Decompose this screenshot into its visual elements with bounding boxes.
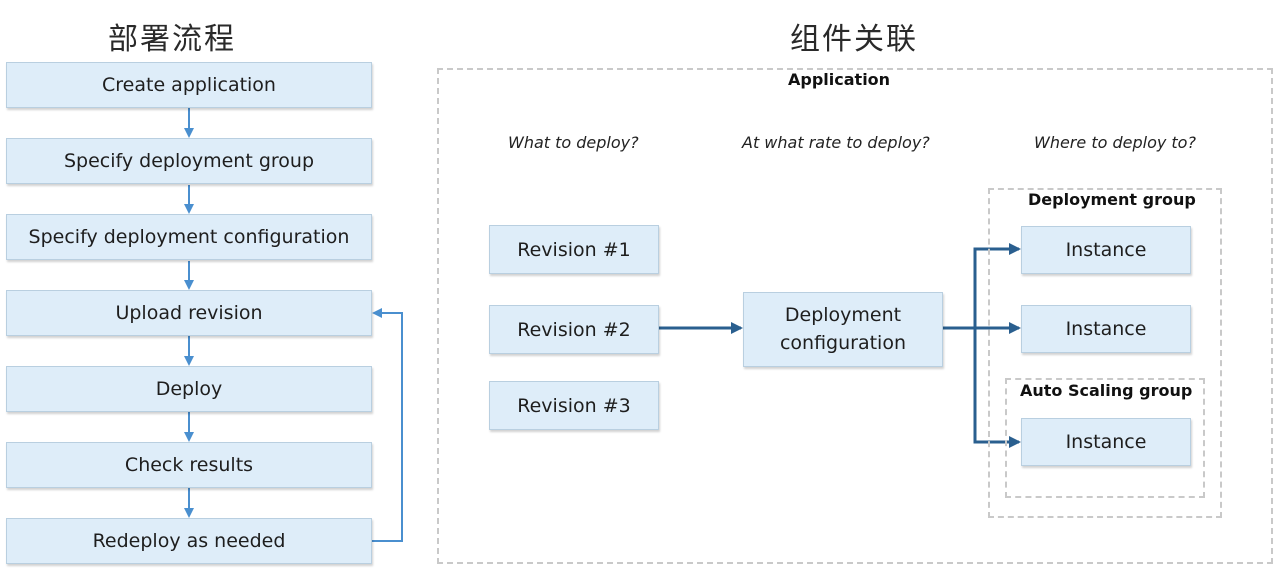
application-label: Application [788, 70, 891, 89]
step-redeploy-as-needed: Redeploy as needed [6, 518, 372, 564]
step-create-application: Create application [6, 62, 372, 108]
question-what: What to deploy? [508, 133, 639, 152]
revision-2: Revision #2 [489, 305, 659, 354]
deployment-configuration: Deployment configuration [743, 292, 943, 367]
question-where: Where to deploy to? [1034, 133, 1196, 152]
step-deploy: Deploy [6, 366, 372, 412]
auto-scaling-group-label: Auto Scaling group [1020, 381, 1193, 400]
revision-3: Revision #3 [489, 381, 659, 430]
instance-1: Instance [1021, 226, 1191, 274]
instance-2: Instance [1021, 305, 1191, 353]
step-check-results: Check results [6, 442, 372, 488]
deployment-group-label: Deployment group [1028, 190, 1196, 209]
revision-1: Revision #1 [489, 225, 659, 274]
instance-3: Instance [1021, 418, 1191, 466]
step-specify-deployment-group: Specify deployment group [6, 138, 372, 184]
loop-arrow [372, 308, 403, 542]
question-rate: At what rate to deploy? [742, 133, 930, 152]
step-upload-revision: Upload revision [6, 290, 372, 336]
step-specify-deployment-configuration: Specify deployment configuration [6, 214, 372, 260]
